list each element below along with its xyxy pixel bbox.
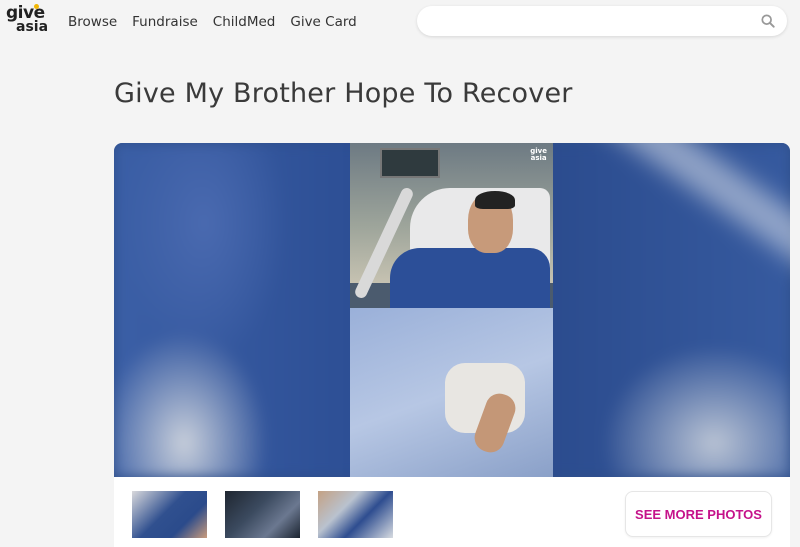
- gallery-thumbnail[interactable]: [318, 491, 393, 538]
- photo-watermark-logo: give asia: [530, 147, 547, 162]
- gallery-thumbnail[interactable]: [225, 491, 300, 538]
- campaign-main-image[interactable]: give asia: [114, 143, 790, 477]
- main-nav: Browse Fundraise ChildMed Give Card: [68, 14, 357, 30]
- giveasia-logo[interactable]: give asia: [6, 4, 50, 37]
- gallery-thumbnail[interactable]: [132, 491, 207, 538]
- logo-dot: [34, 4, 39, 9]
- search-input[interactable]: [431, 11, 751, 31]
- nav-item-fundraise[interactable]: Fundraise: [132, 14, 198, 30]
- nav-item-browse[interactable]: Browse: [68, 14, 117, 30]
- search-icon[interactable]: [761, 14, 775, 28]
- photo-gallery-strip: SEE MORE PHOTOS: [114, 477, 790, 547]
- see-more-photos-button[interactable]: SEE MORE PHOTOS: [625, 491, 772, 537]
- search-bar[interactable]: [417, 6, 787, 36]
- patient-photo: give asia: [350, 143, 553, 477]
- nav-item-give-card[interactable]: Give Card: [290, 14, 356, 30]
- top-header: give asia Browse Fundraise ChildMed Give…: [0, 0, 800, 44]
- campaign-title: Give My Brother Hope To Recover: [114, 78, 573, 109]
- nav-item-childmed[interactable]: ChildMed: [213, 14, 276, 30]
- logo-line-2: asia: [16, 19, 49, 35]
